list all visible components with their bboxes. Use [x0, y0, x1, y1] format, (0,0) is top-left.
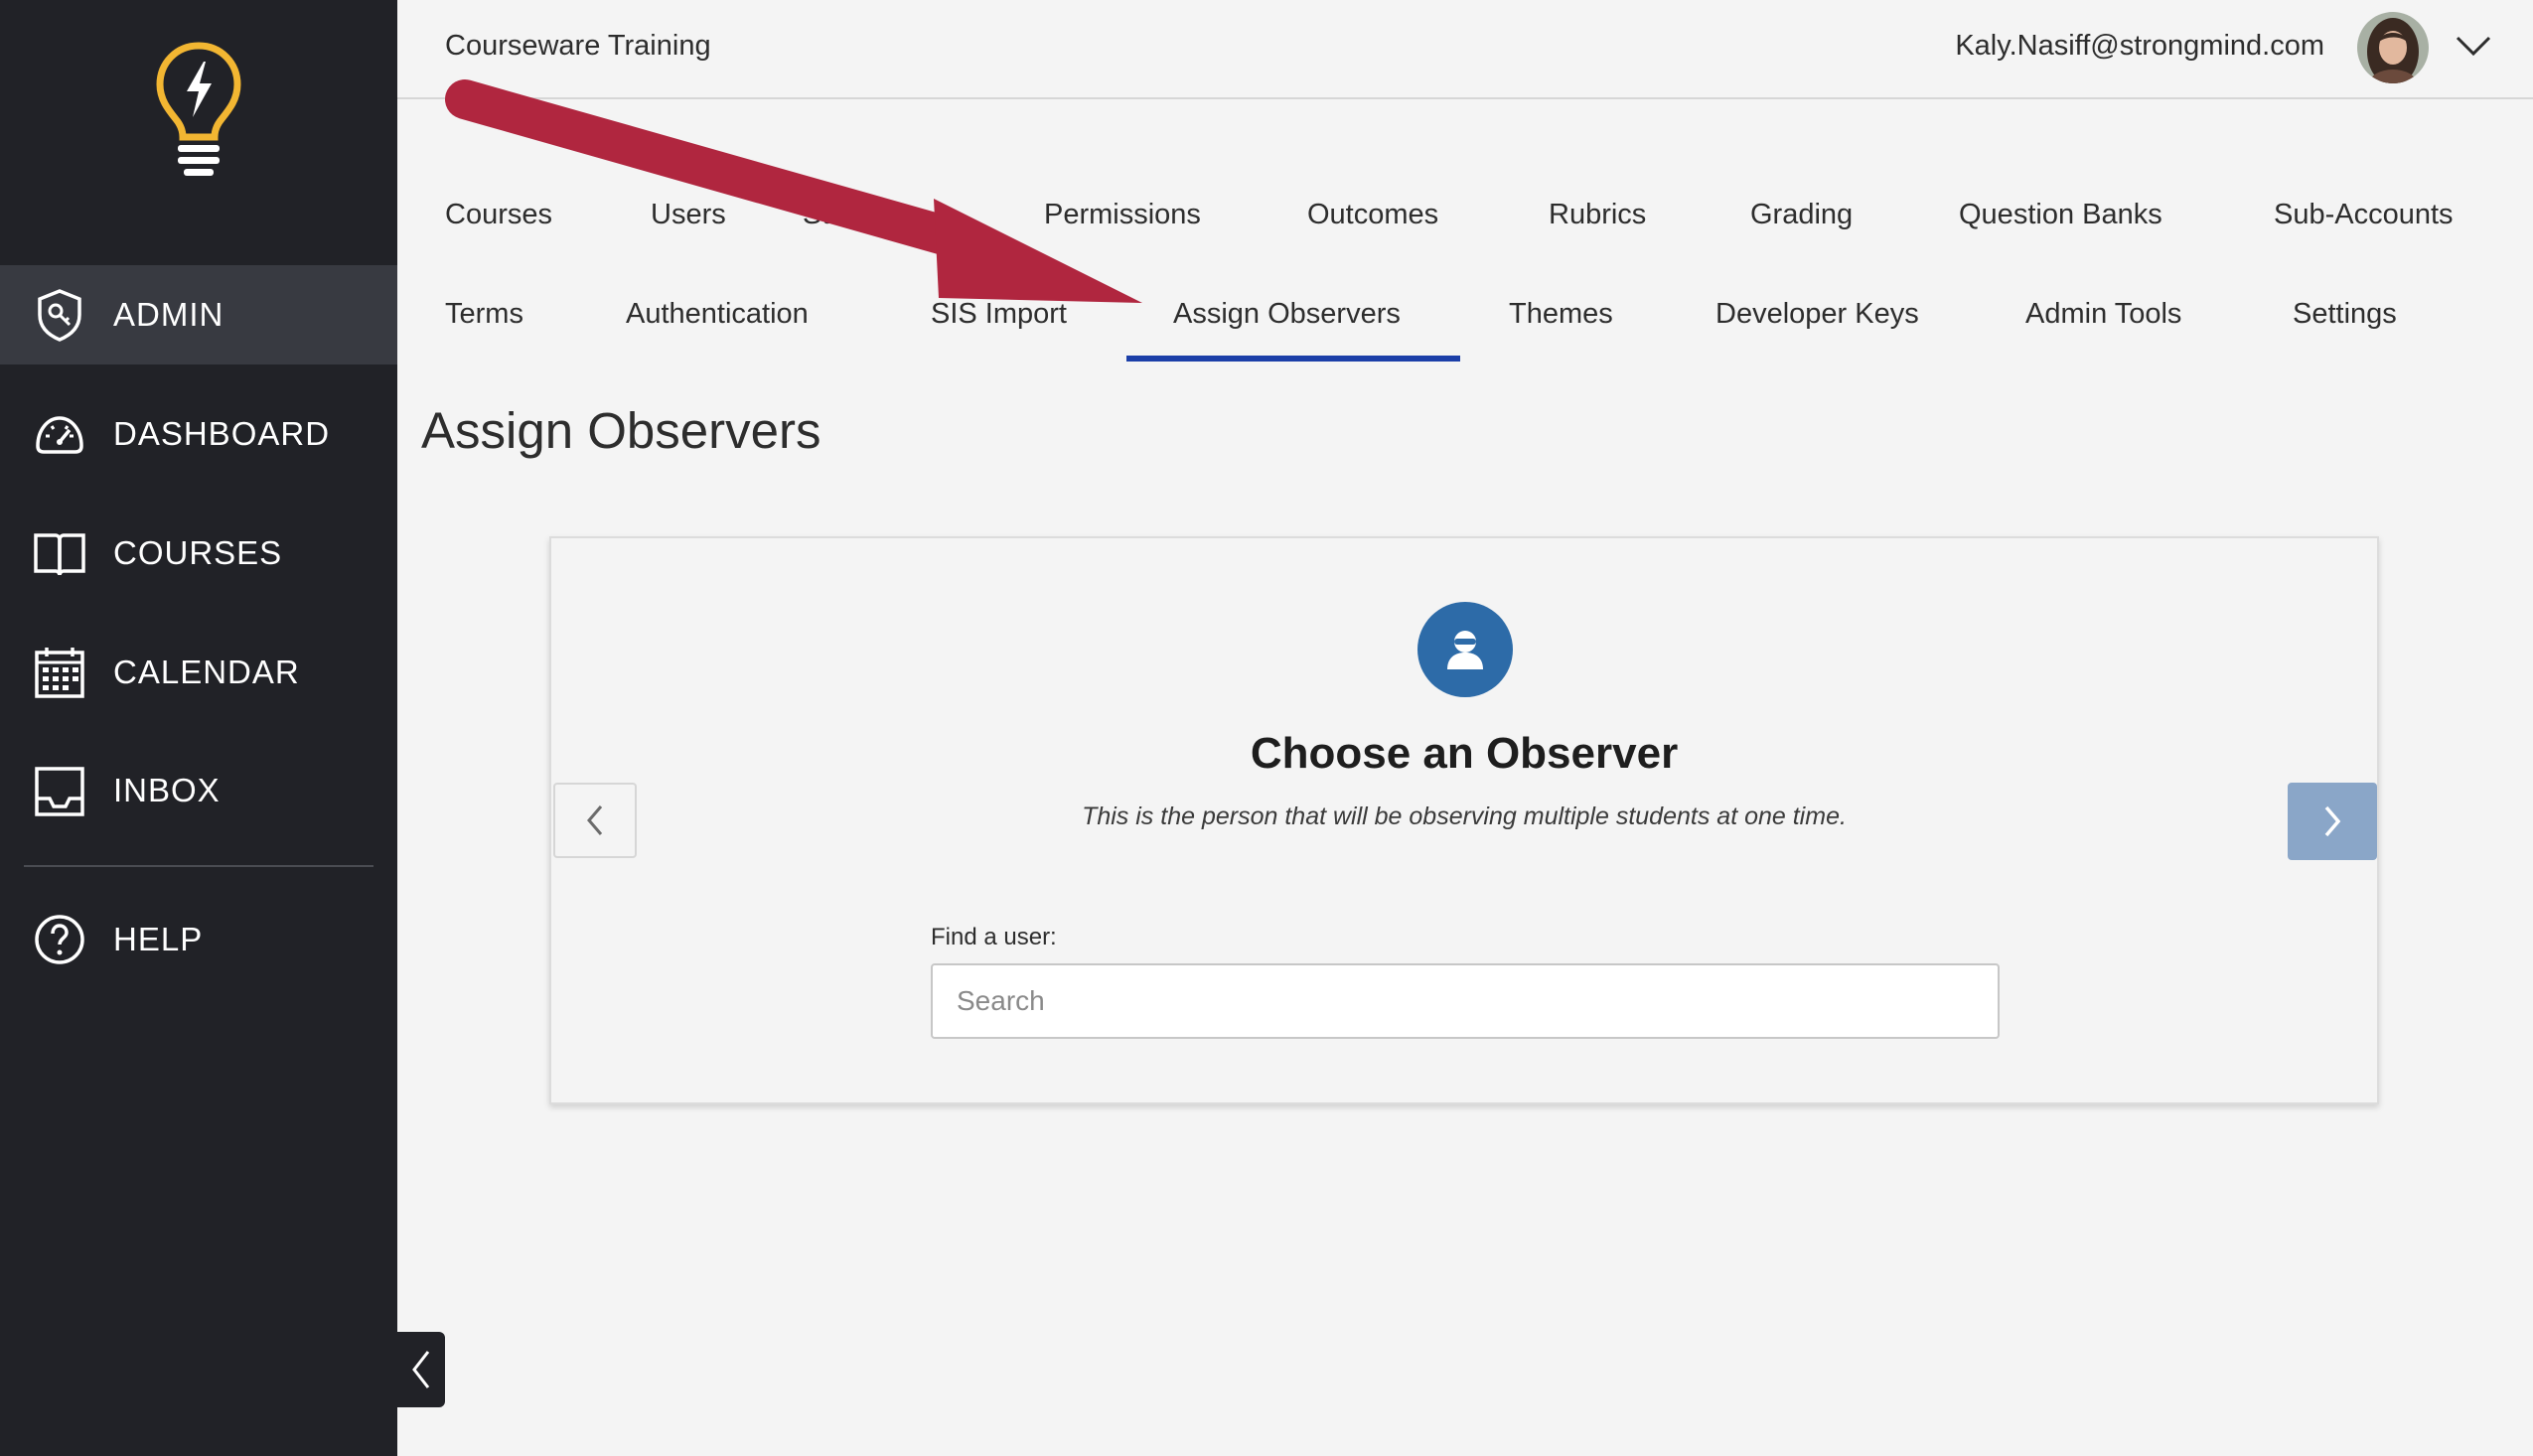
tab-terms[interactable]: Terms — [445, 298, 523, 331]
chevron-down-icon[interactable] — [2454, 30, 2493, 60]
active-tab-indicator — [1126, 356, 1460, 362]
tab-courses[interactable]: Courses — [445, 199, 552, 231]
find-user-label: Find a user: — [931, 924, 1057, 950]
shield-key-icon — [38, 289, 81, 342]
nav-label-courses: COURSES — [113, 534, 283, 571]
nav-item-calendar[interactable]: CALENDAR — [0, 623, 397, 722]
collapse-sidebar-button[interactable] — [397, 1332, 445, 1407]
nav-item-dashboard[interactable]: DASHBOARD — [0, 384, 397, 484]
search-input[interactable] — [931, 963, 2000, 1039]
observer-wizard-card: Choose an Observer This is the person th… — [549, 536, 2379, 1104]
previous-step-button[interactable] — [553, 783, 637, 858]
book-icon — [34, 533, 85, 576]
tab-question-banks[interactable]: Question Banks — [1959, 199, 2162, 231]
tab-assign-observers[interactable]: Assign Observers — [1173, 298, 1401, 331]
nav-label-admin: ADMIN — [113, 296, 224, 333]
tab-admin-tools[interactable]: Admin Tools — [2025, 298, 2181, 331]
nav-divider — [24, 865, 373, 867]
global-nav-sidebar: ADMIN DASHBOARD COURSES CALENDAR INBOX H… — [0, 0, 397, 1456]
lightbulb-bolt-icon[interactable] — [154, 40, 243, 179]
nav-item-inbox[interactable]: INBOX — [0, 741, 397, 840]
tab-developer-keys[interactable]: Developer Keys — [1715, 298, 1919, 331]
top-bar: Courseware Training Kaly.Nasiff@strongmi… — [397, 0, 2533, 99]
nav-label-calendar: CALENDAR — [113, 654, 300, 690]
nav-item-admin[interactable]: ADMIN — [0, 265, 397, 364]
page-title: Assign Observers — [421, 402, 821, 459]
tab-rubrics[interactable]: Rubrics — [1549, 199, 1646, 231]
chevron-left-icon — [587, 805, 603, 835]
chevron-left-icon — [412, 1351, 430, 1388]
account-title[interactable]: Courseware Training — [445, 30, 711, 63]
tab-outcomes[interactable]: Outcomes — [1307, 199, 1438, 231]
question-circle-icon — [35, 915, 84, 964]
user-email[interactable]: Kaly.Nasiff@strongmind.com — [1955, 30, 2324, 63]
user-observer-icon — [1417, 602, 1513, 697]
card-subtitle: This is the person that will be observin… — [1082, 802, 1847, 830]
next-step-button[interactable] — [2288, 783, 2377, 860]
tab-sis-import[interactable]: SIS Import — [931, 298, 1067, 331]
chevron-right-icon — [2324, 805, 2341, 837]
avatar[interactable] — [2357, 12, 2429, 83]
nav-label-inbox: INBOX — [113, 772, 221, 808]
nav-item-courses[interactable]: COURSES — [0, 504, 397, 603]
inbox-tray-icon — [35, 767, 84, 816]
tab-grading[interactable]: Grading — [1750, 199, 1853, 231]
tab-statistics[interactable]: Statistics — [803, 199, 918, 231]
tab-authentication[interactable]: Authentication — [626, 298, 809, 331]
nav-label-dashboard: DASHBOARD — [113, 415, 331, 452]
tab-sub-accounts[interactable]: Sub-Accounts — [2274, 199, 2454, 231]
tab-permissions[interactable]: Permissions — [1044, 199, 1201, 231]
tab-themes[interactable]: Themes — [1509, 298, 1613, 331]
nav-item-help[interactable]: HELP — [0, 890, 397, 989]
tab-users[interactable]: Users — [651, 199, 726, 231]
card-title: Choose an Observer — [1250, 729, 1679, 778]
calendar-icon — [35, 648, 84, 698]
nav-label-help: HELP — [113, 921, 204, 957]
speedometer-icon — [36, 416, 83, 454]
tab-settings[interactable]: Settings — [2293, 298, 2397, 331]
